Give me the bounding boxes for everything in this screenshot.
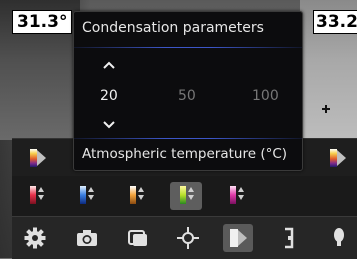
palette-icon[interactable] [223,224,253,252]
condensation-parameters-dialog: Condensation parameters 20 50 100 Atmosp… [73,11,303,171]
gear-icon[interactable] [20,224,50,252]
value-option[interactable]: 50 [178,88,196,104]
palette-icon[interactable] [28,148,48,168]
spot-marker-icon [322,105,330,113]
spot-temperature-right: 33.2 [313,10,357,34]
color-scheme-green-selected[interactable] [170,182,202,210]
chevron-up-icon[interactable] [102,58,116,72]
dialog-title: Condensation parameters [82,20,264,36]
color-scheme-amber[interactable] [120,182,152,210]
bracket-icon[interactable] [274,224,304,252]
crosshair-icon[interactable] [173,224,203,252]
divider [74,47,302,48]
bottom-toolbar [12,216,357,259]
spot-temperature-left: 31.3° [12,10,73,34]
lamp-icon[interactable] [324,224,354,252]
color-scheme-blue[interactable] [70,182,102,210]
divider [74,138,302,139]
value-option-selected[interactable]: 20 [100,88,118,104]
color-scheme-iron[interactable] [20,182,52,210]
palette-icon[interactable] [328,148,348,168]
chevron-down-icon[interactable] [102,118,116,132]
image-overlay-icon[interactable] [123,224,153,252]
parameter-label: Atmospheric temperature (°C) [82,146,288,162]
value-option[interactable]: 100 [252,88,279,104]
camera-icon[interactable] [72,224,102,252]
color-scheme-row [12,176,357,216]
color-scheme-magenta[interactable] [220,182,252,210]
